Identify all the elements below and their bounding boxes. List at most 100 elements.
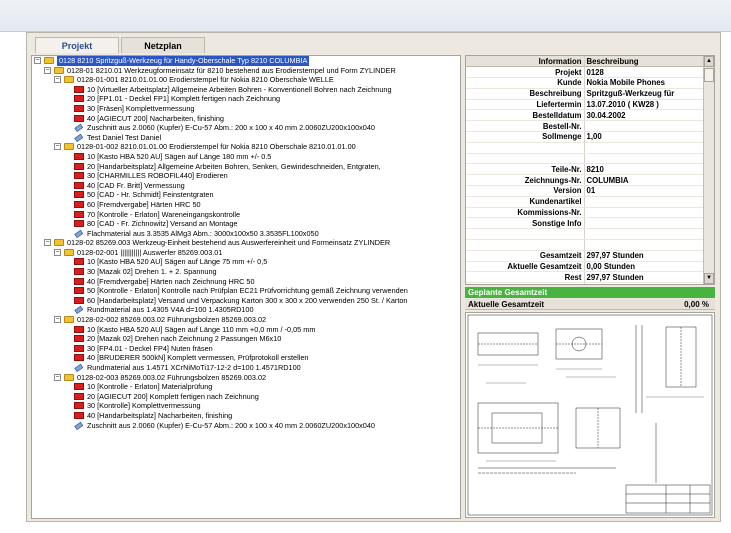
folder-icon — [64, 143, 74, 151]
drawing-svg — [467, 314, 713, 516]
tree-row[interactable]: − 0128-02-001 ||||||||||| Auswerfer 85269… — [32, 248, 460, 258]
operation-icon — [74, 104, 84, 112]
info-key: Differenz Soll - Ist — [466, 282, 585, 284]
tree-row[interactable]: 10 [Kasto HBA 520 AU] Sägen auf Länge 18… — [32, 152, 460, 162]
operation-icon — [74, 344, 84, 352]
info-key: Zeichnungs-Nr. — [466, 174, 585, 187]
operation-icon — [74, 287, 84, 295]
info-value: Spritzguß-Werkzeug für — [584, 88, 704, 100]
top-toolbar-band — [0, 0, 731, 32]
tree-row[interactable]: − 0128 8210 Spritzguß-Werkzeug für Handy-… — [32, 56, 460, 66]
tree-row[interactable]: − 0128-02-002 85269.003.02 Führungsbolzen… — [32, 315, 460, 325]
tree-row[interactable]: 40 [BRUDERER 500kN] Komplett vermessen, … — [32, 353, 460, 363]
tree-row-label: 40 [BRUDERER 500kN] Komplett vermessen, … — [87, 353, 309, 363]
material-icon — [74, 123, 84, 133]
tree-row[interactable]: 10 [Kasto HBA 520 AU] Sägen auf Länge 75… — [32, 257, 460, 267]
tree-row[interactable]: 40 [CAD Fr. Britt] Vermessung — [32, 181, 460, 191]
operation-icon — [74, 200, 84, 208]
technical-drawing-preview[interactable] — [465, 312, 715, 518]
collapse-toggle-icon[interactable]: − — [54, 76, 61, 84]
tree-row[interactable]: 10 [Kontrolle - Erlaton] Materialprüfung — [32, 382, 460, 392]
info-row: Version 01 — [466, 185, 704, 197]
info-row — [466, 239, 704, 251]
tree-row-label: 30 [Fräsen] Komplettvermessung — [87, 103, 195, 113]
tree-row[interactable]: Test Daniel Test Daniel — [32, 133, 460, 143]
info-row — [466, 153, 704, 165]
tree-row[interactable]: 50 [Kontrolle - Erlaton] Kontrolle nach … — [32, 286, 460, 296]
tree-row[interactable]: 80 [CAD - Fr. Zichnowitz] Versand an Mon… — [32, 219, 460, 229]
info-value — [584, 153, 704, 165]
info-value: 13.07.2010 ( KW28 ) — [584, 99, 704, 111]
collapse-toggle-icon[interactable]: − — [54, 248, 61, 256]
info-value — [584, 142, 704, 154]
aktuelle-gesamtzeit-row: Aktuelle Gesamtzeit 0,00 % — [465, 299, 715, 310]
info-row — [466, 228, 704, 241]
tree-row-label: Zuschnitt aus 2.0060 (Kupfer) E-Cu-57 Ab… — [87, 420, 375, 430]
info-row: Projekt 0128 — [466, 66, 704, 79]
info-scrollbar[interactable]: ▲ ▼ — [703, 56, 714, 284]
tree-row[interactable]: 30 [Kontrolle] Komplettvermessung — [32, 401, 460, 411]
tree-row[interactable]: 10 [Kasto HBA 520 AU] Sägen auf Länge 11… — [32, 325, 460, 335]
info-key: Bestell-Nr. — [466, 120, 585, 133]
tree-row[interactable]: 30 [CHARMILLES ROBOFIL440] Erodieren — [32, 171, 460, 181]
tree-row[interactable]: Rundmaterial aus 1.4571 XCrNiMoTi17-12-2… — [32, 363, 460, 373]
tree-row-label: Rundmaterial aus 1.4305 V4A d=100 1.4305… — [87, 305, 254, 315]
tree-row[interactable]: 30 [FP4.01 - Deckel FP4] Nuten fräsen — [32, 344, 460, 354]
tab-netzplan[interactable]: Netzplan — [121, 37, 205, 53]
info-value: COLUMBIA — [584, 174, 704, 187]
tree-row[interactable]: 60 [Handarbeitsplatz] Versand und Verpac… — [32, 296, 460, 306]
tree-row[interactable]: 50 [CAD - Hr. Schmidt] Feinstentgraten — [32, 190, 460, 200]
collapse-toggle-icon[interactable]: − — [34, 57, 41, 64]
tab-projekt[interactable]: Projekt — [35, 37, 119, 53]
tree-row-label: 40 [Handarbeitsplatz] Nacharbeiten, fini… — [87, 410, 233, 420]
tree-row-label: 40 [AGIECUT 200] Nacharbeiten, finishing — [87, 113, 224, 123]
tree-row[interactable]: 20 [Handarbeitsplatz] Allgemeine Arbeite… — [32, 162, 460, 172]
scroll-thumb[interactable] — [704, 68, 714, 82]
collapse-toggle-icon[interactable]: − — [54, 373, 61, 381]
tree-row-label: 50 [Kontrolle - Erlaton] Kontrolle nach … — [87, 286, 408, 296]
tree-row[interactable]: 30 [Mazak 02] Drehen 1. + 2. Spannung — [32, 267, 460, 277]
tree-row[interactable]: 60 [Fremdvergabe] Härten HRC 50 — [32, 200, 460, 210]
material-icon — [74, 421, 84, 430]
tree-row[interactable]: 10 [Virtueller Arbeitsplatz] Allgemeine … — [32, 85, 460, 95]
info-header-key: Information — [466, 56, 585, 68]
collapse-toggle-icon[interactable]: − — [44, 239, 51, 247]
tree-row[interactable]: − 0128-02 85269.003 Werkzeug-Einheit best… — [32, 238, 460, 248]
tree-row[interactable]: − 0128-01 8210.01 Werkzeugformeinsatz für… — [32, 66, 460, 76]
tree-row[interactable]: − 0128-02-003 85269.003.02 Führungsbolzen… — [32, 373, 460, 383]
info-key: Sonstige Info — [466, 217, 585, 230]
tree-row[interactable]: 20 [Mazak 02] Drehen nach Zeichnung 2 Pa… — [32, 334, 460, 344]
tree-row[interactable]: − 0128-01-002 8210.01.01.00 Erodierstempe… — [32, 142, 460, 152]
tree-row-label: 30 [Kontrolle] Komplettvermessung — [87, 401, 201, 411]
info-key — [466, 142, 585, 154]
tree-row[interactable]: 40 [Handarbeitsplatz] Nacharbeiten, fini… — [32, 411, 460, 421]
info-row: Beschreibung Spritzguß-Werkzeug für — [466, 88, 704, 100]
collapse-toggle-icon[interactable]: − — [54, 143, 61, 151]
info-grid: Information Beschreibung Projekt 0128 Kund… — [465, 55, 715, 285]
tree-row[interactable]: 20 [FP1.01 - Deckel FP1] Komplett fertig… — [32, 94, 460, 104]
tree-row[interactable]: − 0128-01-001 8210.01.01.00 Erodierstempe… — [32, 75, 460, 85]
tree-row[interactable]: Flachmaterial aus 3.3535 AlMg3 Abm.: 300… — [32, 229, 460, 239]
scroll-down-icon[interactable]: ▼ — [704, 273, 714, 284]
info-value: 1,00 — [584, 131, 704, 143]
tree-row[interactable]: 40 [AGIECUT 200] Nacharbeiten, finishing — [32, 114, 460, 124]
folder-icon — [54, 239, 64, 247]
tree-row[interactable]: Zuschnitt aus 2.0060 (Kupfer) E-Cu-57 Ab… — [32, 421, 460, 431]
collapse-toggle-icon[interactable]: − — [54, 316, 61, 324]
info-value: 297,97 Stunden — [584, 250, 704, 262]
info-row — [466, 142, 704, 154]
tree-row-label: 30 [FP4.01 - Deckel FP4] Nuten fräsen — [87, 343, 213, 353]
tree-row[interactable]: Rundmaterial aus 1.4305 V4A d=100 1.4305… — [32, 305, 460, 315]
tree-row[interactable]: Zuschnitt aus 2.0060 (Kupfer) E-Cu-57 Ab… — [32, 123, 460, 133]
project-tree[interactable]: −0128 8210 Spritzguß-Werkzeug für Handy-… — [31, 55, 461, 519]
collapse-toggle-icon[interactable]: − — [44, 66, 51, 74]
geplante-gesamtzeit-bar: Geplante Gesamtzeit — [465, 287, 715, 298]
info-key: Beschreibung — [466, 88, 585, 100]
tree-row[interactable]: 70 [Kontrolle - Erlaton] Wareneingangsko… — [32, 210, 460, 220]
folder-icon — [64, 76, 74, 84]
tree-row-label: Flachmaterial aus 3.3535 AlMg3 Abm.: 300… — [87, 228, 319, 238]
tree-row[interactable]: 40 [Fremdvergabe] Härten nach Zeichnung … — [32, 277, 460, 287]
scroll-up-icon[interactable]: ▲ — [704, 56, 714, 67]
tree-row[interactable]: 30 [Fräsen] Komplettvermessung — [32, 104, 460, 114]
tree-row[interactable]: 20 [AGIECUT 200] Komplett fertigen nach … — [32, 392, 460, 402]
